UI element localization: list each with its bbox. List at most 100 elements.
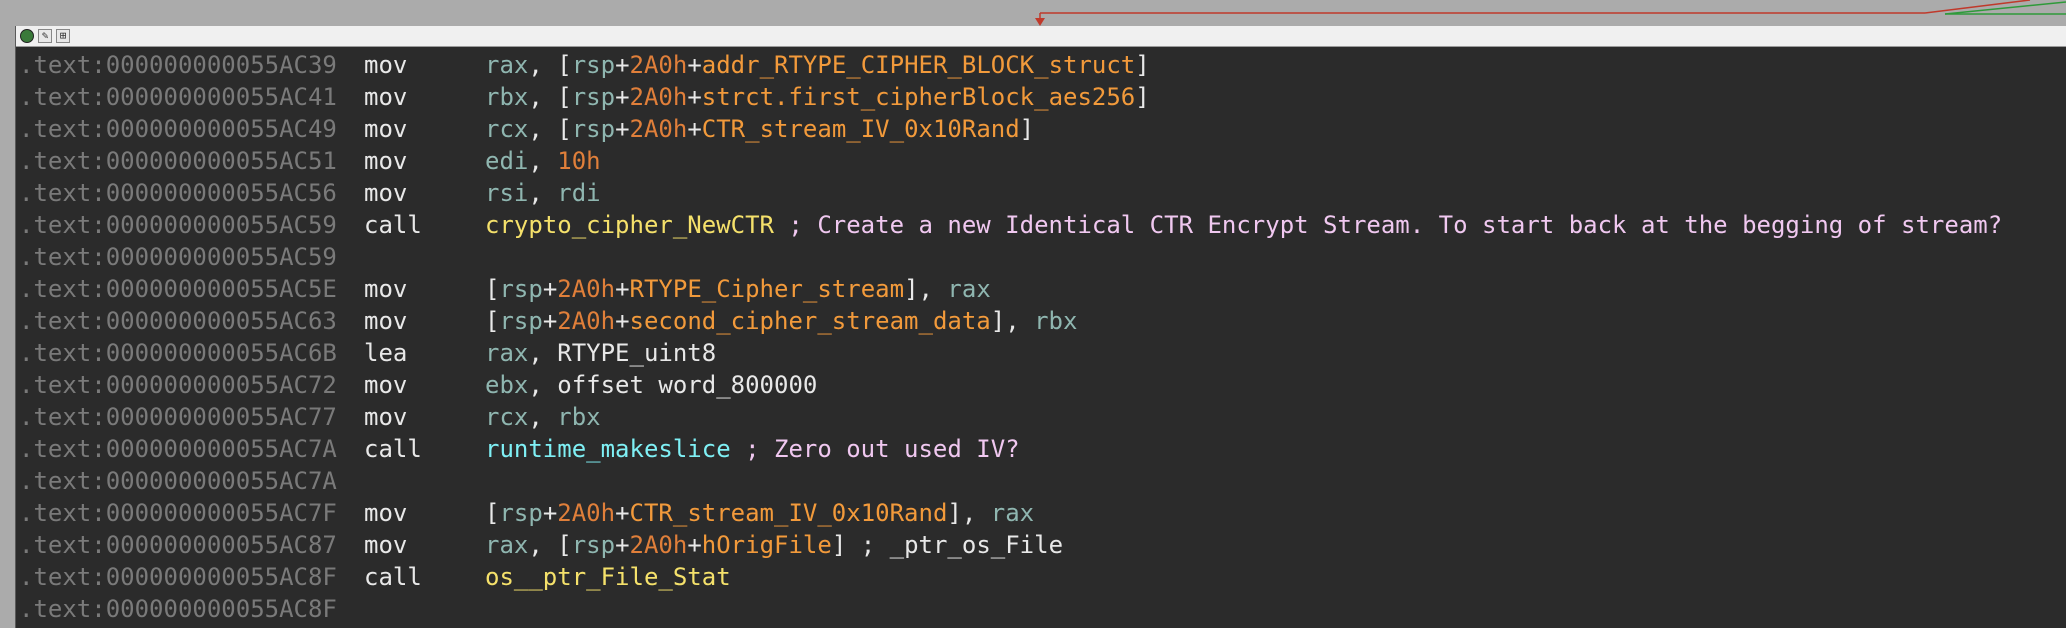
node-titlebar[interactable]: ✎ ⊞ [16, 26, 2066, 47]
operand-text: ] [1019, 115, 1035, 143]
address-label: .text:000000000055AC6B [19, 339, 337, 367]
register-token: rax [947, 275, 991, 303]
address-label: .text:000000000055AC5E [19, 275, 337, 303]
symbol-token[interactable]: RTYPE_Cipher_stream [630, 275, 905, 303]
operands: crypto_cipher_NewCTR ; Create a new Iden… [485, 209, 2002, 241]
asm-line[interactable]: .text:000000000055AC72 mov ebx, offset wor… [16, 369, 2066, 401]
address-label: .text:000000000055AC41 [19, 83, 337, 111]
operand-text: + [542, 275, 558, 303]
asm-line[interactable]: .text:000000000055AC8F [16, 593, 2066, 625]
operand-text: + [542, 499, 558, 527]
mnemonic: mov [364, 307, 408, 335]
register-token: rsp [571, 531, 616, 559]
operand-text: , [528, 147, 558, 175]
function-name[interactable]: os__ptr_File_Stat [485, 563, 731, 591]
operands: rax, RTYPE_uint8 [485, 337, 716, 369]
address-label: .text:000000000055AC8F [19, 595, 337, 623]
operand-text: + [615, 531, 630, 559]
mnemonic: call [364, 563, 422, 591]
operand-text: + [687, 531, 702, 559]
asm-line[interactable]: .text:000000000055AC56 mov rsi, rdi [16, 177, 2066, 209]
operands: ebx, offset word_800000 [485, 369, 817, 401]
asm-line[interactable]: .text:000000000055AC51 mov edi, 10h [16, 145, 2066, 177]
mnemonic: mov [364, 531, 408, 559]
address-label: .text:000000000055AC59 [19, 211, 337, 239]
register-token: rbx [1034, 307, 1078, 335]
mnemonic: mov [364, 499, 408, 527]
mnemonic: call [364, 211, 422, 239]
mnemonic: mov [364, 371, 408, 399]
address-label: .text:000000000055AC72 [19, 371, 337, 399]
immediate-token: 2A0h [629, 83, 688, 111]
operands: runtime_makeslice ; Zero out used IV? [485, 433, 1020, 465]
address-label: .text:000000000055AC7A [19, 435, 337, 463]
operand-text: ] [1135, 83, 1150, 111]
operand-text: ] ; _ptr_os_File [831, 531, 1064, 559]
address-label: .text:000000000055AC87 [19, 531, 337, 559]
operand-text: + [615, 51, 630, 79]
node-color-icon[interactable] [20, 29, 34, 43]
mnemonic: mov [364, 403, 408, 431]
mnemonic: mov [364, 51, 408, 79]
address-label: .text:000000000055AC39 [19, 51, 337, 79]
operand-text: , [ [528, 531, 572, 559]
asm-line[interactable]: .text:000000000055AC49 mov rcx, [rsp+2A0h+… [16, 113, 2066, 145]
asm-line[interactable]: .text:000000000055AC59 [16, 241, 2066, 273]
symbol-token[interactable]: hOrigFile [702, 531, 832, 559]
comment-text: ; Zero out used IV? [730, 435, 1020, 463]
immediate-token: 2A0h [557, 307, 616, 335]
operand-text: + [615, 499, 630, 527]
asm-line[interactable]: .text:000000000055AC41 mov rbx, [rsp+2A0h+… [16, 81, 2066, 113]
asm-line[interactable]: .text:000000000055AC8F call os__ptr_File_S… [16, 561, 2066, 593]
operands: rbx, [rsp+2A0h+strct.first_cipherBlock_a… [485, 81, 1150, 113]
graph-icon[interactable]: ⊞ [56, 29, 70, 43]
register-token: rdi [557, 179, 601, 207]
operand-text: ], [990, 307, 1035, 335]
asm-line[interactable]: .text:000000000055AC77 mov rcx, rbx [16, 401, 2066, 433]
operand-text: + [687, 83, 702, 111]
register-token: rsp [499, 499, 543, 527]
immediate-token: 2A0h [557, 499, 616, 527]
address-label: .text:000000000055AC56 [19, 179, 337, 207]
function-name[interactable]: runtime_makeslice [485, 435, 731, 463]
asm-line[interactable]: .text:000000000055AC63 mov [rsp+2A0h+secon… [16, 305, 2066, 337]
operand-text: ], [947, 499, 991, 527]
operand-text: + [687, 51, 702, 79]
operand-text: + [615, 83, 630, 111]
symbol-token[interactable]: CTR_stream_IV_0x10Rand [630, 499, 948, 527]
disassembly-listing[interactable]: .text:000000000055AC39 mov rax, [rsp+2A0h+… [16, 47, 2066, 625]
symbol-token[interactable]: second_cipher_stream_data [630, 307, 991, 335]
symbol-token[interactable]: CTR_stream_IV_0x10Rand [702, 115, 1020, 143]
asm-line[interactable]: .text:000000000055AC7A call runtime_makesl… [16, 433, 2066, 465]
register-token: rax [485, 339, 529, 367]
address-label: .text:000000000055AC8F [19, 563, 337, 591]
mnemonic: mov [364, 179, 408, 207]
register-token: rsi [485, 179, 529, 207]
symbol-token[interactable]: strct.first_cipherBlock_aes256 [702, 83, 1135, 111]
operand-text: ] [1135, 51, 1150, 79]
asm-line[interactable]: .text:000000000055AC59 call crypto_cipher_… [16, 209, 2066, 241]
mnemonic: call [364, 435, 422, 463]
operands: [rsp+2A0h+CTR_stream_IV_0x10Rand], rax [485, 497, 1034, 529]
asm-line[interactable]: .text:000000000055AC7F mov [rsp+2A0h+CTR_s… [16, 497, 2066, 529]
mnemonic: lea [364, 339, 408, 367]
mnemonic: mov [364, 147, 408, 175]
address-label: .text:000000000055AC49 [19, 115, 337, 143]
symbol-token[interactable]: addr_RTYPE_CIPHER_BLOCK_struct [702, 51, 1135, 79]
register-token: rax [990, 499, 1035, 527]
asm-line[interactable]: .text:000000000055AC87 mov rax, [rsp+2A0h+… [16, 529, 2066, 561]
mnemonic: mov [364, 83, 408, 111]
immediate-token: 2A0h [629, 51, 688, 79]
operand-text: + [615, 307, 630, 335]
function-name[interactable]: crypto_cipher_NewCTR [485, 211, 774, 239]
code-block-node[interactable]: ✎ ⊞ .text:000000000055AC39 mov rax, [rsp+2… [15, 26, 2066, 628]
address-label: .text:000000000055AC51 [19, 147, 337, 175]
edit-icon[interactable]: ✎ [38, 29, 52, 43]
asm-line[interactable]: .text:000000000055AC7A [16, 465, 2066, 497]
asm-line[interactable]: .text:000000000055AC5E mov [rsp+2A0h+RTYPE… [16, 273, 2066, 305]
immediate-token: 2A0h [629, 531, 688, 559]
register-token: rsp [499, 307, 543, 335]
asm-line[interactable]: .text:000000000055AC6B lea rax, RTYPE_uint… [16, 337, 2066, 369]
asm-line[interactable]: .text:000000000055AC39 mov rax, [rsp+2A0h+… [16, 49, 2066, 81]
operands: edi, 10h [485, 145, 601, 177]
